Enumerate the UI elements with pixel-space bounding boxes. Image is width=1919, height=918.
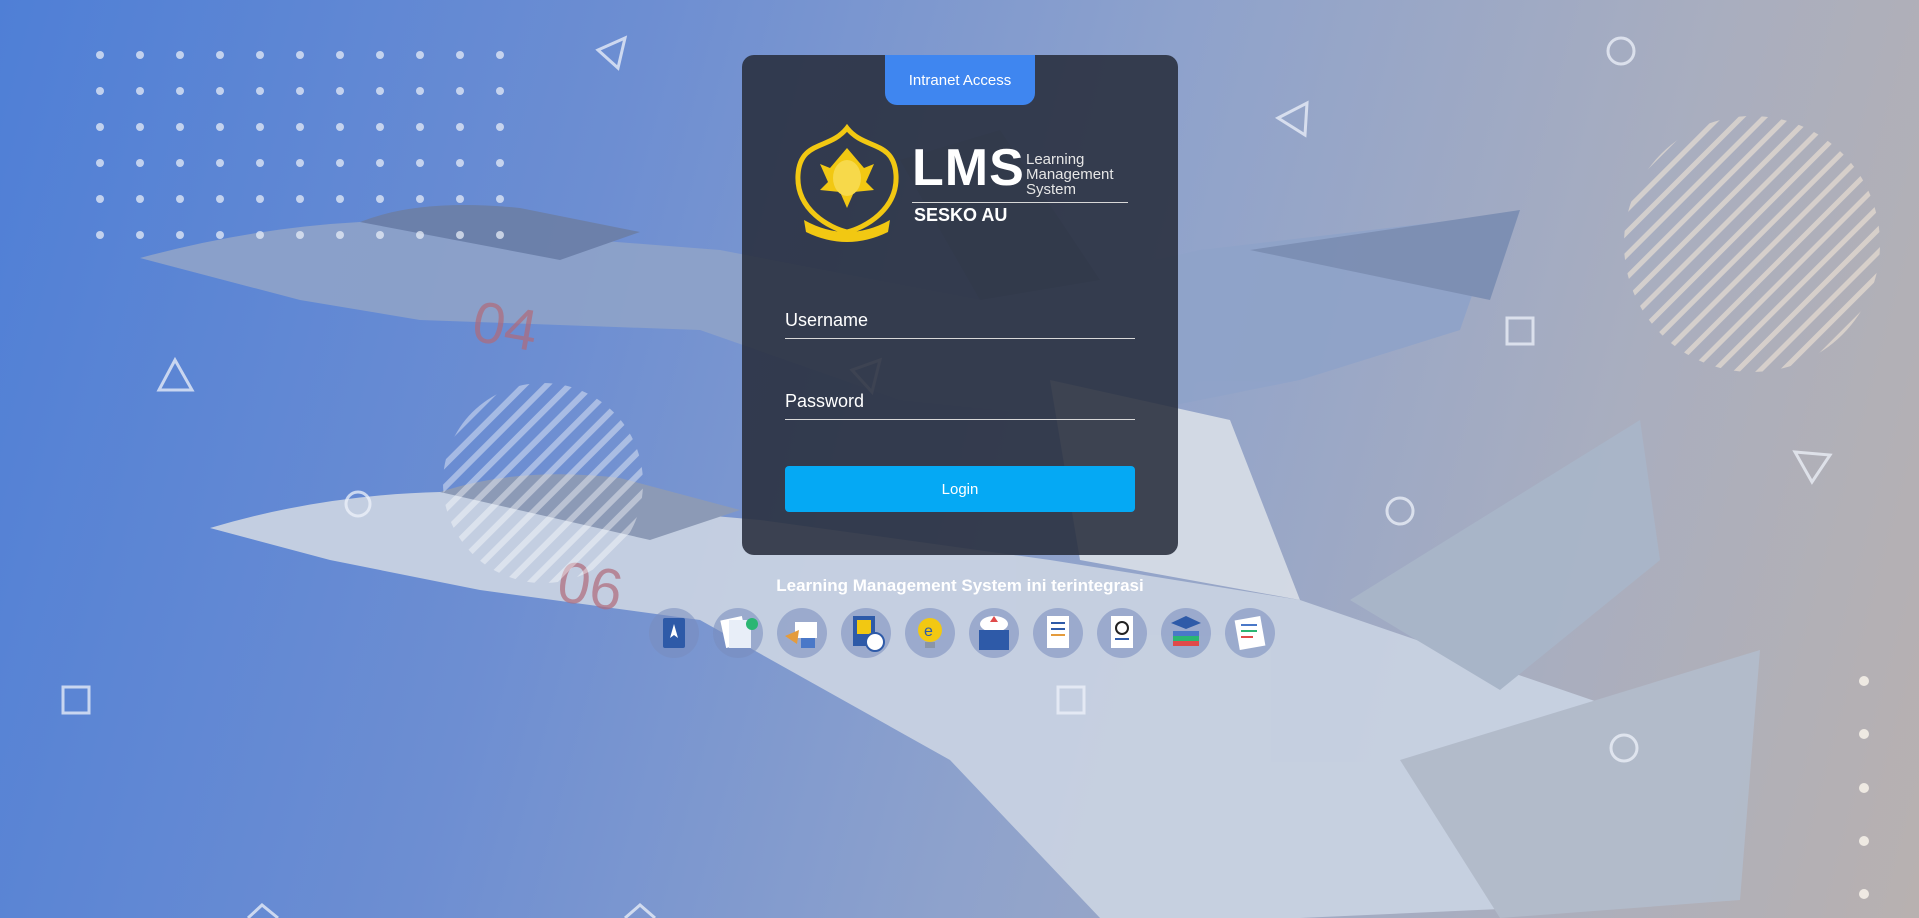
password-field[interactable]: Password	[785, 387, 1135, 420]
checklist-icon[interactable]	[1033, 608, 1083, 658]
lms-subtitle-line: Learning	[1026, 151, 1085, 168]
document-search-icon[interactable]	[1097, 608, 1147, 658]
svg-text:e: e	[924, 623, 933, 640]
lms-title: LMS	[912, 139, 1025, 197]
document-check-icon[interactable]	[713, 608, 763, 658]
login-button[interactable]: Login	[785, 466, 1135, 512]
username-field[interactable]: Username	[785, 306, 1135, 339]
password-placeholder: Password	[785, 391, 865, 411]
integration-tagline: Learning Management System ini terintegr…	[776, 576, 1144, 595]
presentation-icon[interactable]	[777, 608, 827, 658]
book-clock-icon[interactable]	[841, 608, 891, 658]
integrated-apps-row: e	[649, 608, 1275, 662]
books-graduation-icon[interactable]	[1161, 608, 1211, 658]
cloud-upload-folder-icon[interactable]	[969, 608, 1019, 658]
logo-divider	[912, 202, 1128, 203]
sesko-au-emblem	[795, 123, 899, 242]
lms-subtitle: Learning Management System	[1026, 152, 1146, 197]
organization-name: SESKO AU	[914, 205, 1008, 225]
intranet-access-tab[interactable]: Intranet Access	[885, 55, 1035, 105]
jet-book-icon[interactable]	[649, 608, 699, 658]
lms-subtitle-line: System	[1026, 181, 1077, 198]
text-document-icon[interactable]	[1225, 608, 1275, 658]
elearning-bulb-icon[interactable]: e	[905, 608, 955, 658]
username-placeholder: Username	[785, 310, 869, 330]
lms-subtitle-line: Management	[1026, 166, 1114, 183]
